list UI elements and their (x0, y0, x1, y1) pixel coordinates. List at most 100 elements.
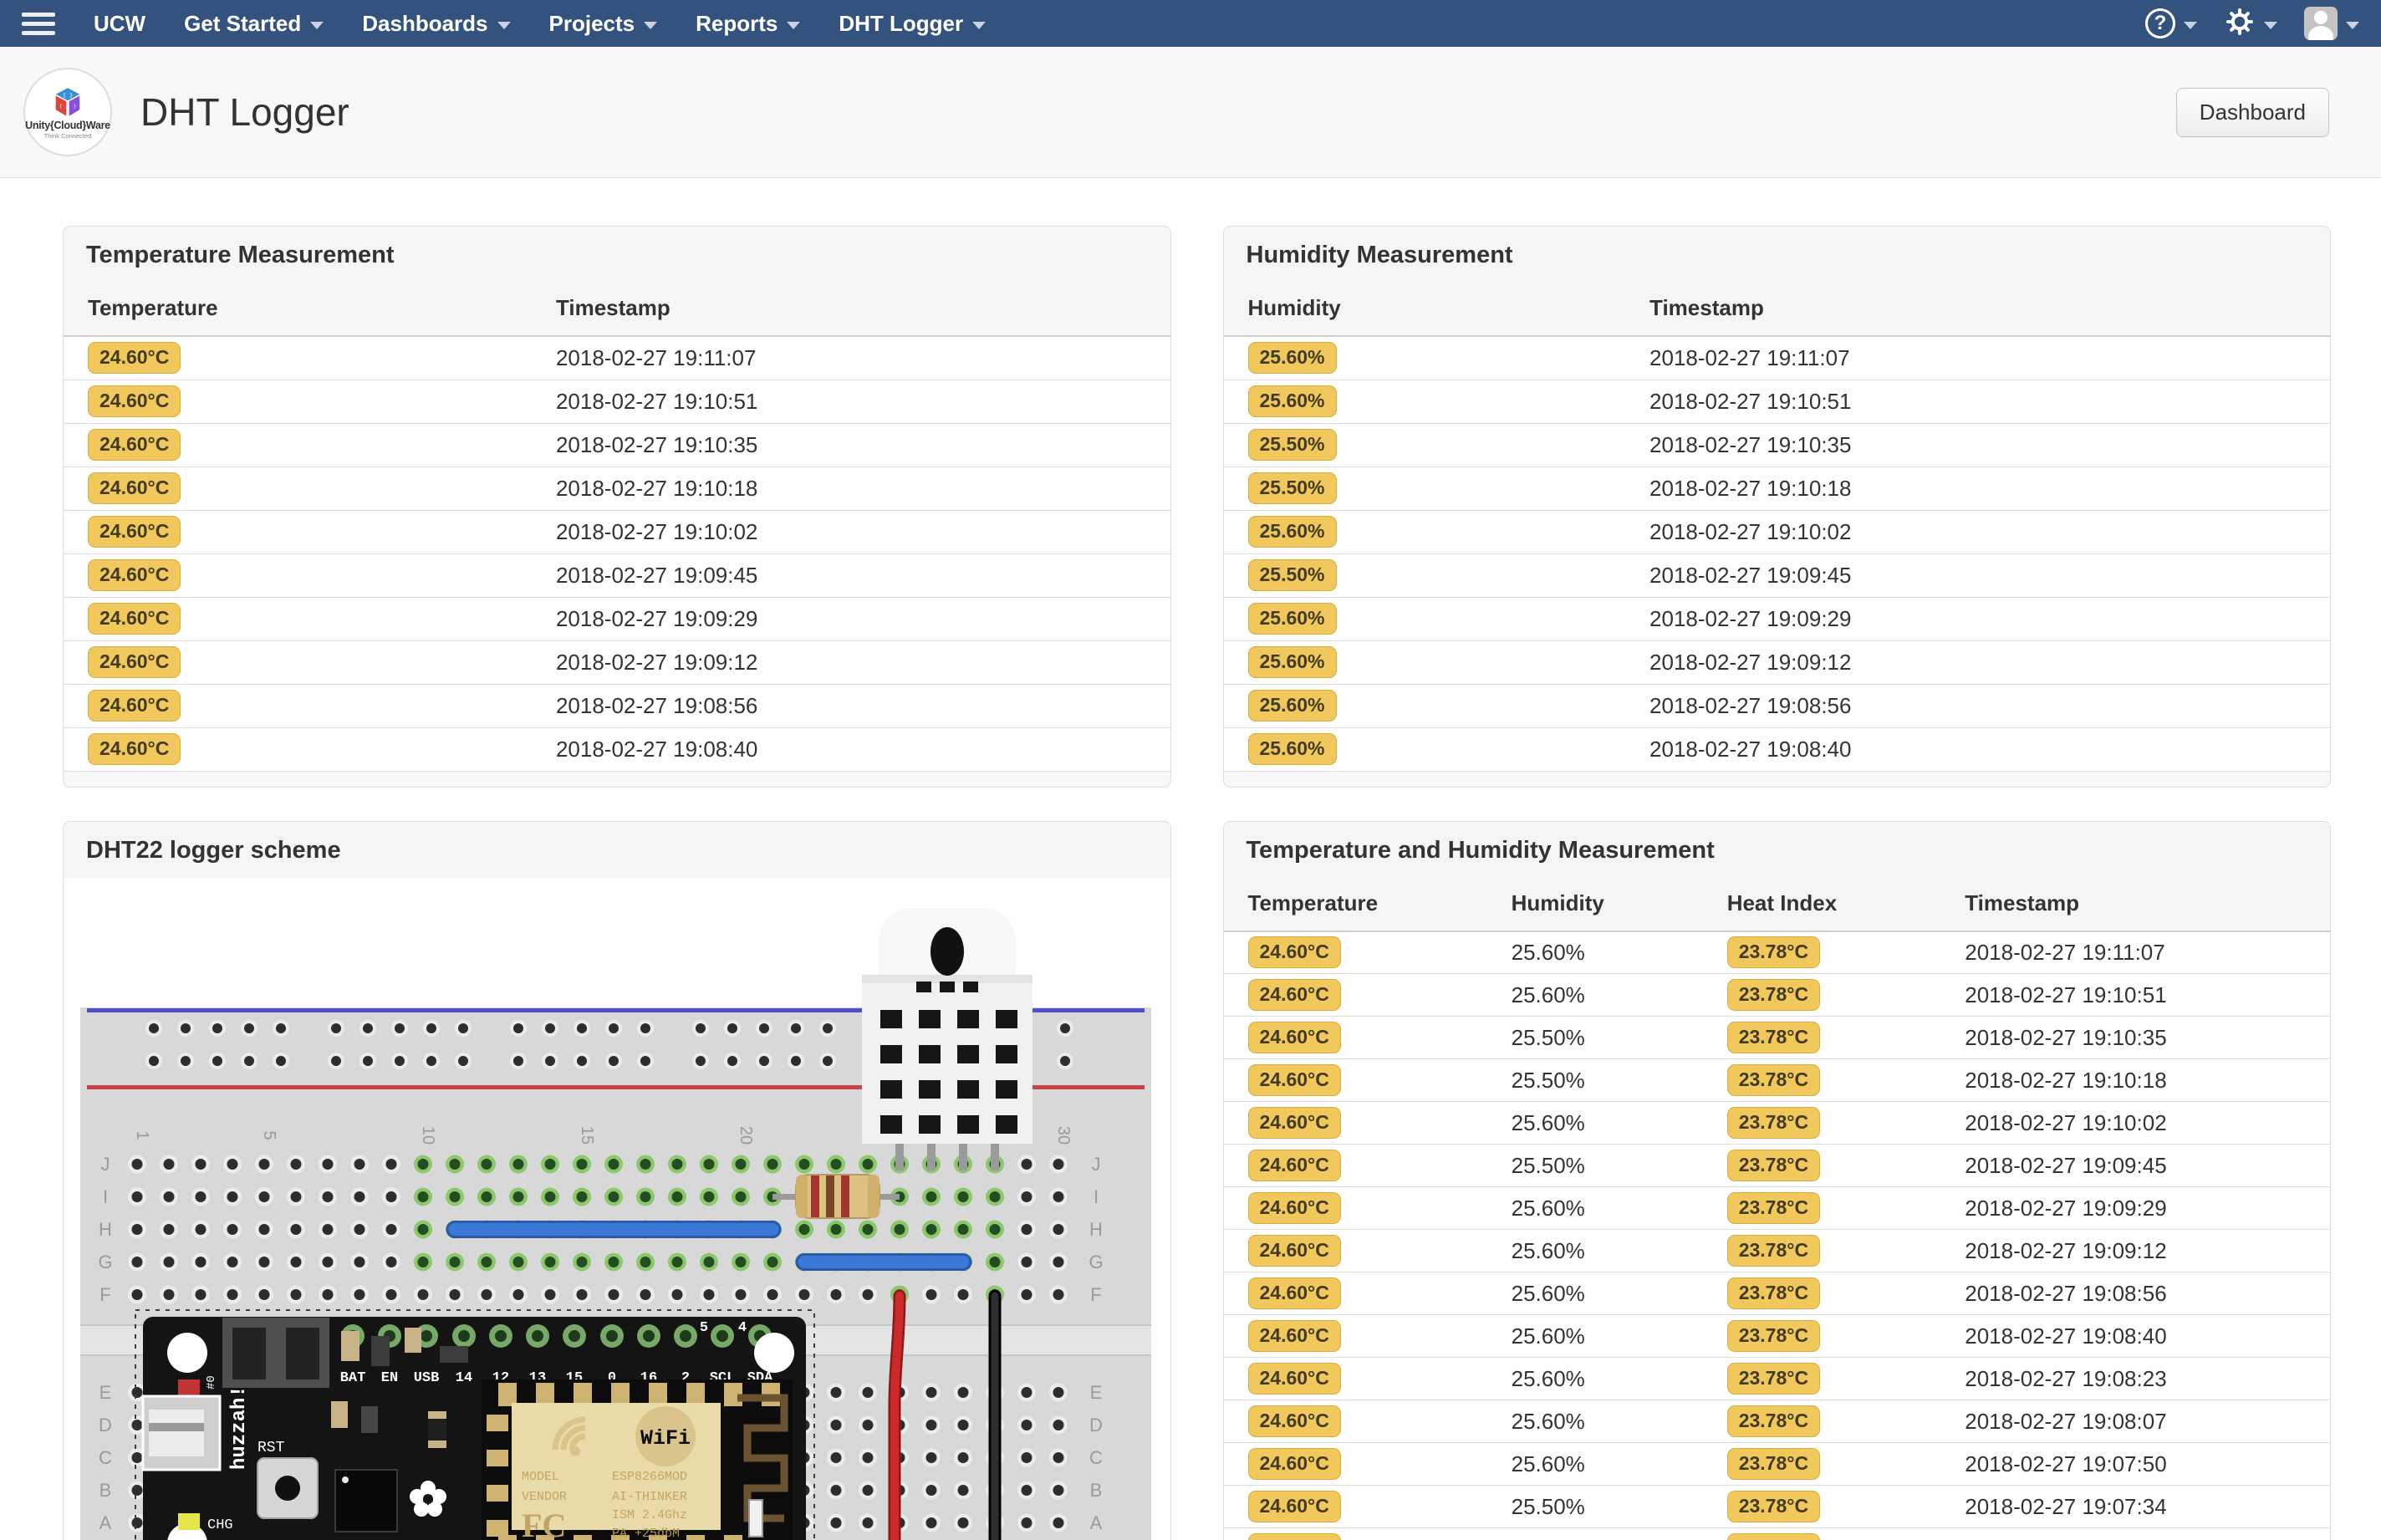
humidity-cell: 25.50% (1511, 1485, 1727, 1528)
chevron-down-icon (497, 22, 511, 29)
row-letter: D (1089, 1415, 1103, 1435)
navbar-right: ? (2130, 6, 2359, 42)
row-letter: J (101, 1154, 110, 1175)
help-menu[interactable]: ? (2145, 8, 2197, 38)
timestamp-cell: 2018-02-27 19:08:23 (1965, 1357, 2330, 1400)
hamburger-menu-icon[interactable] (22, 12, 55, 35)
chg-label: CHG (207, 1517, 233, 1533)
row-letter: G (98, 1252, 112, 1272)
table-row: 25.50% 2018-02-27 19:10:18 (1223, 467, 2330, 511)
row-letter: I (1094, 1186, 1099, 1207)
humidity-cell: 25.60% (1511, 931, 1727, 974)
timestamp-cell: 2018-02-27 19:10:18 (1965, 1058, 2330, 1102)
timestamp-cell: 2018-02-27 19:09:12 (1649, 640, 2330, 685)
heat-index-badge: 23.78°C (1726, 936, 1821, 969)
temp-humidity-panel: Temperature and Humidity Measurement Tem… (1222, 820, 2331, 1540)
timestamp-cell: 2018-02-27 19:08:56 (1649, 684, 2330, 728)
temperature-badge: 24.60°C (1247, 1022, 1341, 1053)
humidity-badge: 25.60% (1247, 342, 1337, 375)
table-row: 25.50% 2018-02-27 19:10:35 (1223, 423, 2330, 467)
navbar-item-dht-logger[interactable]: DHT Logger (839, 11, 987, 37)
table-row: 24.60°C 25.60% 23.78°C 2018-02-27 19:08:… (1223, 1272, 2330, 1315)
temperature-badge: 24.60°C (1247, 1363, 1341, 1395)
timestamp-cell: 2018-02-27 19:09:29 (1649, 597, 2330, 641)
temperature-badge: 24.60°C (88, 603, 181, 635)
navbar-items: UCW Get Started Dashboards Projects Repo… (55, 11, 987, 37)
led0-label: #0 (205, 1375, 218, 1390)
temperature-badge: 24.60°C (1247, 936, 1341, 969)
chevron-down-icon (2264, 22, 2277, 29)
timestamp-cell: 2018-02-27 19:11:07 (1965, 931, 2330, 974)
timestamp-cell: 2018-02-27 19:09:29 (555, 597, 1170, 641)
table-row: 25.60% 2018-02-27 19:10:51 (1223, 380, 2330, 424)
timestamp-cell: 2018-02-27 19:07:50 (1965, 1442, 2330, 1486)
module-text: VENDOR (522, 1490, 567, 1504)
row-letter: A (99, 1512, 112, 1533)
table-row: 24.60°C 25.60% 23.78°C 2018-02-27 19:08:… (1223, 1400, 2330, 1443)
heat-index-badge: 23.78°C (1726, 1491, 1821, 1522)
row-letter: B (99, 1480, 112, 1501)
temperature-badge: 24.60°C (88, 733, 181, 765)
help-icon: ? (2145, 8, 2175, 38)
humidity-badge: 25.60% (1247, 603, 1337, 635)
page-header: { } { } Unity{Cloud}Ware Think Connected… (0, 47, 2381, 178)
temperature-badge: 24.60°C (1247, 1448, 1341, 1480)
widgets-row-2: DHT22 logger scheme 1 5 10 15 20 30 J I … (63, 820, 2331, 1540)
timestamp-cell: 2018-02-27 19:09:45 (1965, 1144, 2330, 1187)
breadboard-diagram: 1 5 10 15 20 25 30 (64, 878, 1170, 1540)
timestamp-cell: 2018-02-27 19:10:35 (1649, 423, 2330, 467)
chevron-down-icon (787, 22, 801, 29)
temperature-badge: 24.60°C (1247, 1405, 1341, 1437)
humidity-badge: 25.60% (1247, 646, 1337, 678)
table-row: 24.60°C 2018-02-27 19:09:45 (64, 553, 1170, 598)
row-letter: H (1089, 1219, 1103, 1240)
panel-title: Humidity Measurement (1223, 227, 2330, 283)
logo-tagline: Think Connected (43, 131, 92, 140)
row-letter: A (1090, 1512, 1103, 1533)
svg-text:}: } (74, 103, 77, 109)
temperature-badge: 24.60°C (88, 429, 181, 461)
table-row: 24.60°C 25.60% 23.78°C 2018-02-27 19:07:… (1223, 1527, 2330, 1540)
navbar-item-dashboards[interactable]: Dashboards (362, 11, 511, 37)
navbar-item-reports[interactable]: Reports (696, 11, 801, 37)
heat-index-badge: 23.78°C (1726, 1448, 1821, 1480)
table-row: 24.60°C 25.60% 23.78°C 2018-02-27 19:10:… (1223, 973, 2330, 1017)
heat-index-badge: 23.78°C (1726, 1363, 1821, 1395)
table-row: 24.60°C 2018-02-27 19:09:29 (64, 597, 1170, 641)
heat-index-badge: 23.78°C (1726, 1064, 1821, 1096)
navbar-brand-ucw[interactable]: UCW (94, 11, 145, 37)
feather-huzzah-board: BAT EN USB 14 12 13 15 0 16 2 SCL SDA 5 … (141, 1316, 806, 1540)
column-header: Heat Index (1726, 877, 1965, 932)
chevron-down-icon (2184, 22, 2197, 29)
timestamp-cell: 2018-02-27 19:10:02 (1649, 510, 2330, 554)
heat-index-badge: 23.78°C (1726, 1533, 1821, 1540)
heat-index-badge: 23.78°C (1726, 1277, 1821, 1309)
table-row: 24.60°C 25.50% 23.78°C 2018-02-27 19:07:… (1223, 1485, 2330, 1528)
settings-menu[interactable] (2224, 6, 2277, 42)
row-letter: E (99, 1382, 112, 1403)
temperature-badge: 24.60°C (1247, 1320, 1341, 1352)
navbar-item-get-started[interactable]: Get Started (184, 11, 324, 37)
humidity-badge: 25.60% (1247, 733, 1337, 765)
top-navbar: UCW Get Started Dashboards Projects Repo… (0, 0, 2381, 47)
temperature-table: Temperature Timestamp 24.60°C 2018-02-27… (64, 283, 1170, 772)
row-letter: H (99, 1219, 112, 1240)
table-row: 24.60°C 2018-02-27 19:08:56 (64, 684, 1170, 728)
navbar-item-projects[interactable]: Projects (549, 11, 658, 37)
temperature-badge: 24.60°C (88, 342, 181, 375)
humidity-badge: 25.60% (1247, 516, 1337, 548)
dashboard-button[interactable]: Dashboard (2175, 87, 2329, 137)
humidity-cell: 25.50% (1511, 1016, 1727, 1059)
svg-text:{ }: { } (63, 92, 73, 99)
table-row: 24.60°C 2018-02-27 19:10:51 (64, 380, 1170, 424)
user-menu[interactable] (2304, 7, 2359, 40)
column-header: Timestamp (555, 283, 1170, 337)
humidity-cell: 25.60% (1511, 1314, 1727, 1358)
chevron-down-icon (2346, 22, 2359, 29)
temperature-badge: 24.60°C (88, 516, 181, 548)
heat-index-badge: 23.78°C (1726, 1107, 1821, 1139)
panel-title: Temperature Measurement (64, 227, 1170, 283)
humidity-cell: 25.50% (1511, 1058, 1727, 1102)
table-row: 24.60°C 2018-02-27 19:10:02 (64, 510, 1170, 554)
temperature-badge: 24.60°C (1247, 1235, 1341, 1267)
